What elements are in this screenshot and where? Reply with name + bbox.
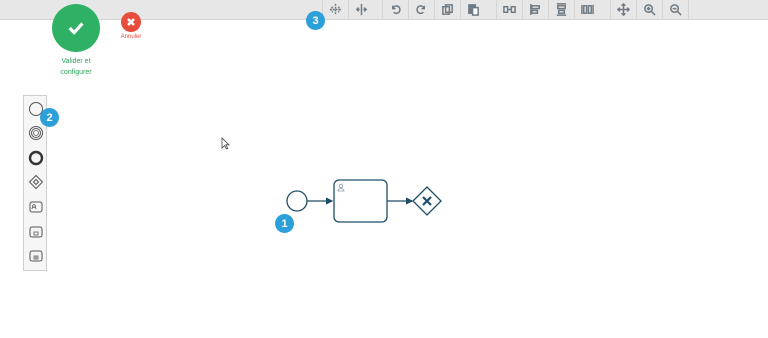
paste-button[interactable] xyxy=(460,0,486,19)
user-task-icon xyxy=(29,201,43,213)
fit-view-button[interactable] xyxy=(610,0,636,19)
toolbar-group-edit xyxy=(322,0,374,19)
palette-sub-process[interactable] xyxy=(27,247,45,265)
palette-user-task[interactable] xyxy=(27,198,45,216)
zoom-in-icon xyxy=(644,4,656,16)
toolbar-group-zoom xyxy=(610,0,689,19)
cancel-button[interactable] xyxy=(121,12,141,32)
check-icon xyxy=(68,22,84,35)
intermediate-event-icon xyxy=(29,126,43,140)
user-task[interactable] xyxy=(333,179,388,223)
align-center-button[interactable] xyxy=(548,0,574,19)
gateway-icon xyxy=(28,174,44,190)
cancel-label: Annuler xyxy=(120,34,142,40)
step-badge-2: 2 xyxy=(40,108,59,127)
split-icon xyxy=(355,3,368,16)
align-left-button[interactable] xyxy=(522,0,548,19)
redo-icon xyxy=(416,5,426,15)
redo-button[interactable] xyxy=(408,0,434,19)
copy-button[interactable] xyxy=(434,0,460,19)
service-task-icon xyxy=(29,226,43,238)
zoom-out-icon xyxy=(670,4,682,16)
step-badge-3: 3 xyxy=(306,11,325,30)
start-event[interactable] xyxy=(286,190,308,212)
zoom-out-button[interactable] xyxy=(662,0,689,19)
close-icon xyxy=(127,18,135,26)
space-tool-icon xyxy=(329,3,342,16)
bpmn-editor-canvas[interactable]: Valider et configurer Annuler 1 2 3 xyxy=(0,0,768,338)
align-center-icon xyxy=(556,3,567,16)
distribute-horizontal-button[interactable] xyxy=(496,0,522,19)
space-tool-button[interactable] xyxy=(322,0,348,19)
palette-gateway[interactable] xyxy=(27,173,45,191)
distribute-vertical-icon xyxy=(581,4,594,15)
undo-icon xyxy=(391,5,401,15)
fit-view-icon xyxy=(617,3,630,16)
toolbar-group-history xyxy=(382,0,486,19)
copy-icon xyxy=(442,4,453,15)
paste-icon xyxy=(468,4,479,16)
distribute-horizontal-icon xyxy=(503,5,516,14)
end-event-icon xyxy=(28,150,44,166)
palette-intermediate-event[interactable] xyxy=(27,124,45,142)
top-toolbar xyxy=(0,0,768,20)
step-badge-1: 1 xyxy=(275,214,294,233)
palette-service-task[interactable] xyxy=(27,223,45,241)
palette-end-event[interactable] xyxy=(27,149,45,167)
toolbar-group-align xyxy=(496,0,600,19)
validate-label: Valider et configurer xyxy=(60,58,92,76)
distribute-vertical-button[interactable] xyxy=(574,0,600,19)
bpmn-diagram xyxy=(286,179,442,223)
mouse-cursor-icon xyxy=(221,137,230,150)
split-button[interactable] xyxy=(348,0,374,19)
validate-button[interactable] xyxy=(52,4,100,52)
exclusive-gateway[interactable] xyxy=(412,186,442,216)
undo-button[interactable] xyxy=(382,0,408,19)
align-left-icon xyxy=(530,3,540,16)
zoom-in-button[interactable] xyxy=(636,0,662,19)
sub-process-icon xyxy=(29,250,43,262)
